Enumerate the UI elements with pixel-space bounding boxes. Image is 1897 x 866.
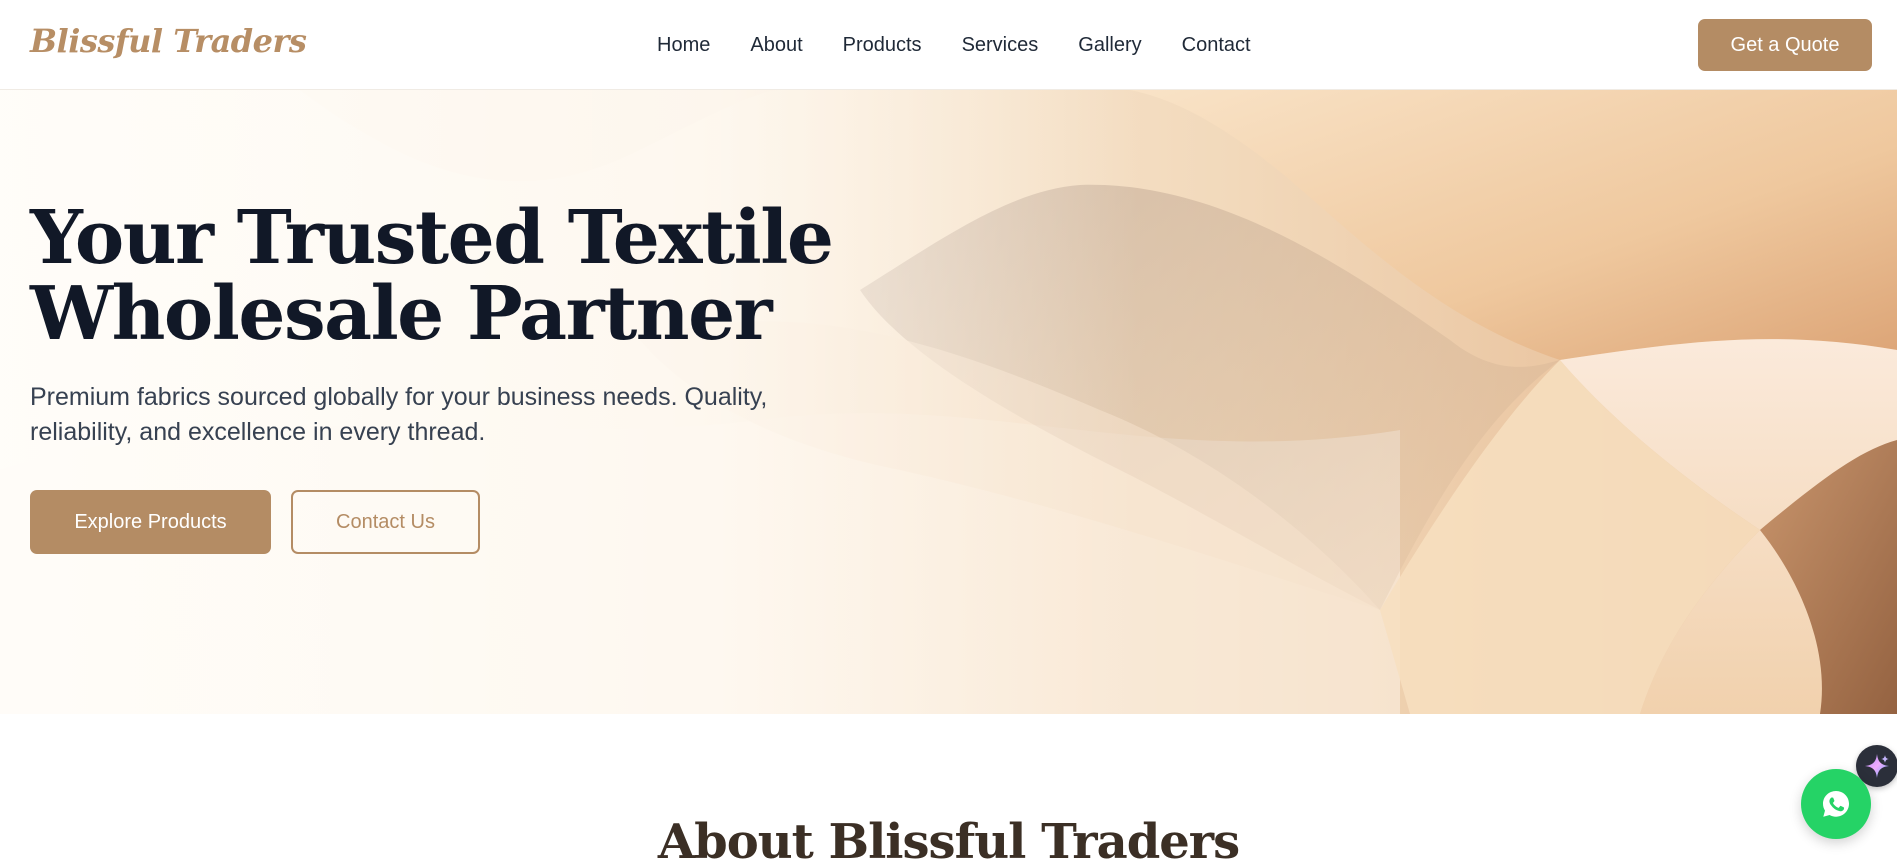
hero-subtitle: Premium fabrics sourced globally for you… <box>30 380 860 450</box>
site-header: Blissful Traders Home About Products Ser… <box>0 0 1897 90</box>
sparkle-icon <box>1865 754 1889 778</box>
hero-subtitle-line-2: reliability, and excellence in every thr… <box>30 418 486 446</box>
hero-title: Your Trusted Textile Wholesale Partner <box>30 200 850 352</box>
nav-home[interactable]: Home <box>657 32 710 58</box>
brand-logo[interactable]: Blissful Traders <box>30 22 307 60</box>
about-section-title: About Blissful Traders <box>657 814 1240 866</box>
nav-about[interactable]: About <box>750 32 802 58</box>
whatsapp-icon <box>1823 791 1849 817</box>
nav-services[interactable]: Services <box>962 32 1039 58</box>
hero-section: Your Trusted Textile Wholesale Partner P… <box>0 90 1897 714</box>
contact-us-button[interactable]: Contact Us <box>291 490 480 554</box>
hero-subtitle-line-1: Premium fabrics sourced globally for you… <box>30 383 768 411</box>
main-nav: Home About Products Services Gallery Con… <box>657 32 1251 58</box>
hero-title-line-1: Your Trusted Textile <box>30 195 834 281</box>
nav-contact[interactable]: Contact <box>1182 32 1251 58</box>
nav-products[interactable]: Products <box>843 32 922 58</box>
hero-title-line-2: Wholesale Partner <box>30 271 773 357</box>
explore-products-button[interactable]: Explore Products <box>30 490 271 554</box>
nav-gallery[interactable]: Gallery <box>1078 32 1141 58</box>
whatsapp-chat-button[interactable] <box>1801 769 1871 839</box>
get-quote-button[interactable]: Get a Quote <box>1698 19 1872 71</box>
